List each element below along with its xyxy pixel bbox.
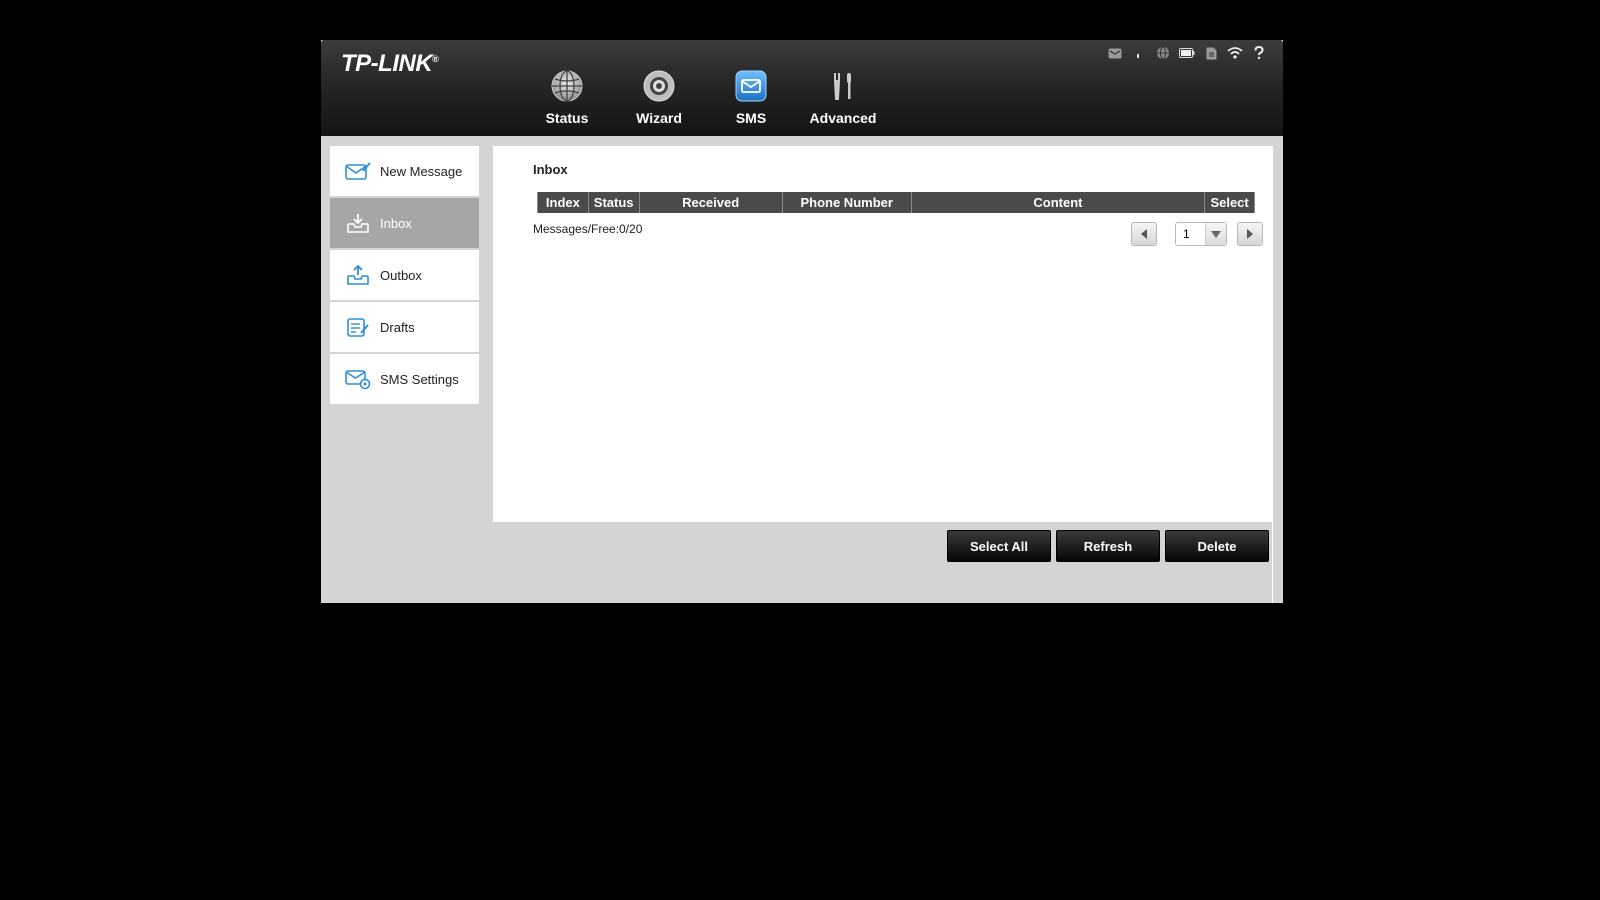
wifi-icon [1227, 46, 1243, 60]
next-page-button[interactable] [1237, 222, 1263, 246]
panel-divider [1272, 522, 1273, 603]
message-status-icon[interactable] [1107, 46, 1123, 60]
gear-icon [641, 68, 677, 104]
tools-icon [825, 68, 861, 104]
sidebar-item-inbox[interactable]: Inbox [330, 198, 479, 248]
column-header-status: Status [587, 192, 640, 213]
signal-icon [1131, 46, 1147, 60]
select-all-button[interactable]: Select All [947, 530, 1051, 562]
column-header-received: Received [638, 192, 783, 213]
triangle-right-icon [1247, 229, 1253, 239]
globe-icon [549, 68, 585, 104]
column-header-select: Select [1204, 192, 1255, 213]
outbox-icon [344, 263, 372, 287]
chevron-down-icon [1205, 223, 1226, 245]
sidebar-item-label: Inbox [380, 215, 412, 231]
triangle-left-icon [1141, 229, 1147, 239]
inbox-icon [344, 211, 372, 235]
sim-card-icon [1203, 46, 1219, 60]
nav-advanced[interactable]: Advanced [797, 68, 889, 126]
refresh-button[interactable]: Refresh [1056, 530, 1160, 562]
nav-advanced-label: Advanced [809, 110, 877, 126]
sidebar-item-sms-settings[interactable]: SMS Settings [330, 354, 479, 404]
new-message-icon [344, 159, 372, 183]
nav-wizard-label: Wizard [636, 110, 682, 126]
nav-status-label: Status [545, 110, 589, 126]
sms-settings-icon [344, 367, 372, 391]
battery-icon [1179, 46, 1195, 60]
page-title: Inbox [533, 162, 568, 177]
previous-page-button[interactable] [1131, 222, 1157, 246]
inbox-panel: Inbox Index Status Received Phone Number… [493, 146, 1273, 522]
sidebar-item-label: Outbox [380, 267, 422, 283]
messages-table: Index Status Received Phone Number Conte… [537, 192, 1255, 213]
logo-text: TP-LINK [341, 50, 433, 77]
nav-status[interactable]: Status [521, 68, 613, 126]
sidebar-item-drafts[interactable]: Drafts [330, 302, 479, 352]
tp-link-logo: TP-LINK® [341, 50, 439, 78]
main-nav: Status Wizard SMS Advanced [521, 68, 889, 126]
page-select[interactable]: 1 [1175, 222, 1227, 246]
page-select-value: 1 [1183, 227, 1190, 241]
sidebar-item-new-message[interactable]: New Message [330, 146, 479, 196]
sidebar-item-label: New Message [380, 163, 463, 179]
pagination: 1 [1131, 222, 1263, 246]
message-count: Messages/Free:0/20 [533, 222, 643, 236]
sidebar-item-outbox[interactable]: Outbox [330, 250, 479, 300]
action-buttons: Select All Refresh Delete [947, 530, 1269, 562]
nav-wizard[interactable]: Wizard [613, 68, 705, 126]
nav-sms-label: SMS [735, 110, 767, 126]
help-icon[interactable] [1251, 46, 1267, 60]
header-bar: TP-LINK® Status Wizard SMS Advanced [321, 40, 1283, 136]
delete-button[interactable]: Delete [1165, 530, 1269, 562]
logo-registered-mark: ® [432, 54, 439, 64]
column-header-content: Content [910, 192, 1206, 213]
table-header-row: Index Status Received Phone Number Conte… [537, 192, 1255, 213]
column-header-phone-number: Phone Number [781, 192, 912, 213]
status-icon-bar [1107, 46, 1267, 60]
nav-sms[interactable]: SMS [705, 68, 797, 126]
column-header-index: Index [537, 192, 589, 213]
drafts-icon [344, 315, 372, 339]
app-window: TP-LINK® Status Wizard SMS Advanced New … [321, 40, 1283, 603]
envelope-icon [733, 68, 769, 104]
sms-sidebar: New Message Inbox Outbox Drafts SMS Sett… [330, 146, 479, 406]
internet-globe-icon [1155, 46, 1171, 60]
sidebar-item-label: Drafts [380, 319, 415, 335]
sidebar-item-label: SMS Settings [380, 371, 459, 387]
